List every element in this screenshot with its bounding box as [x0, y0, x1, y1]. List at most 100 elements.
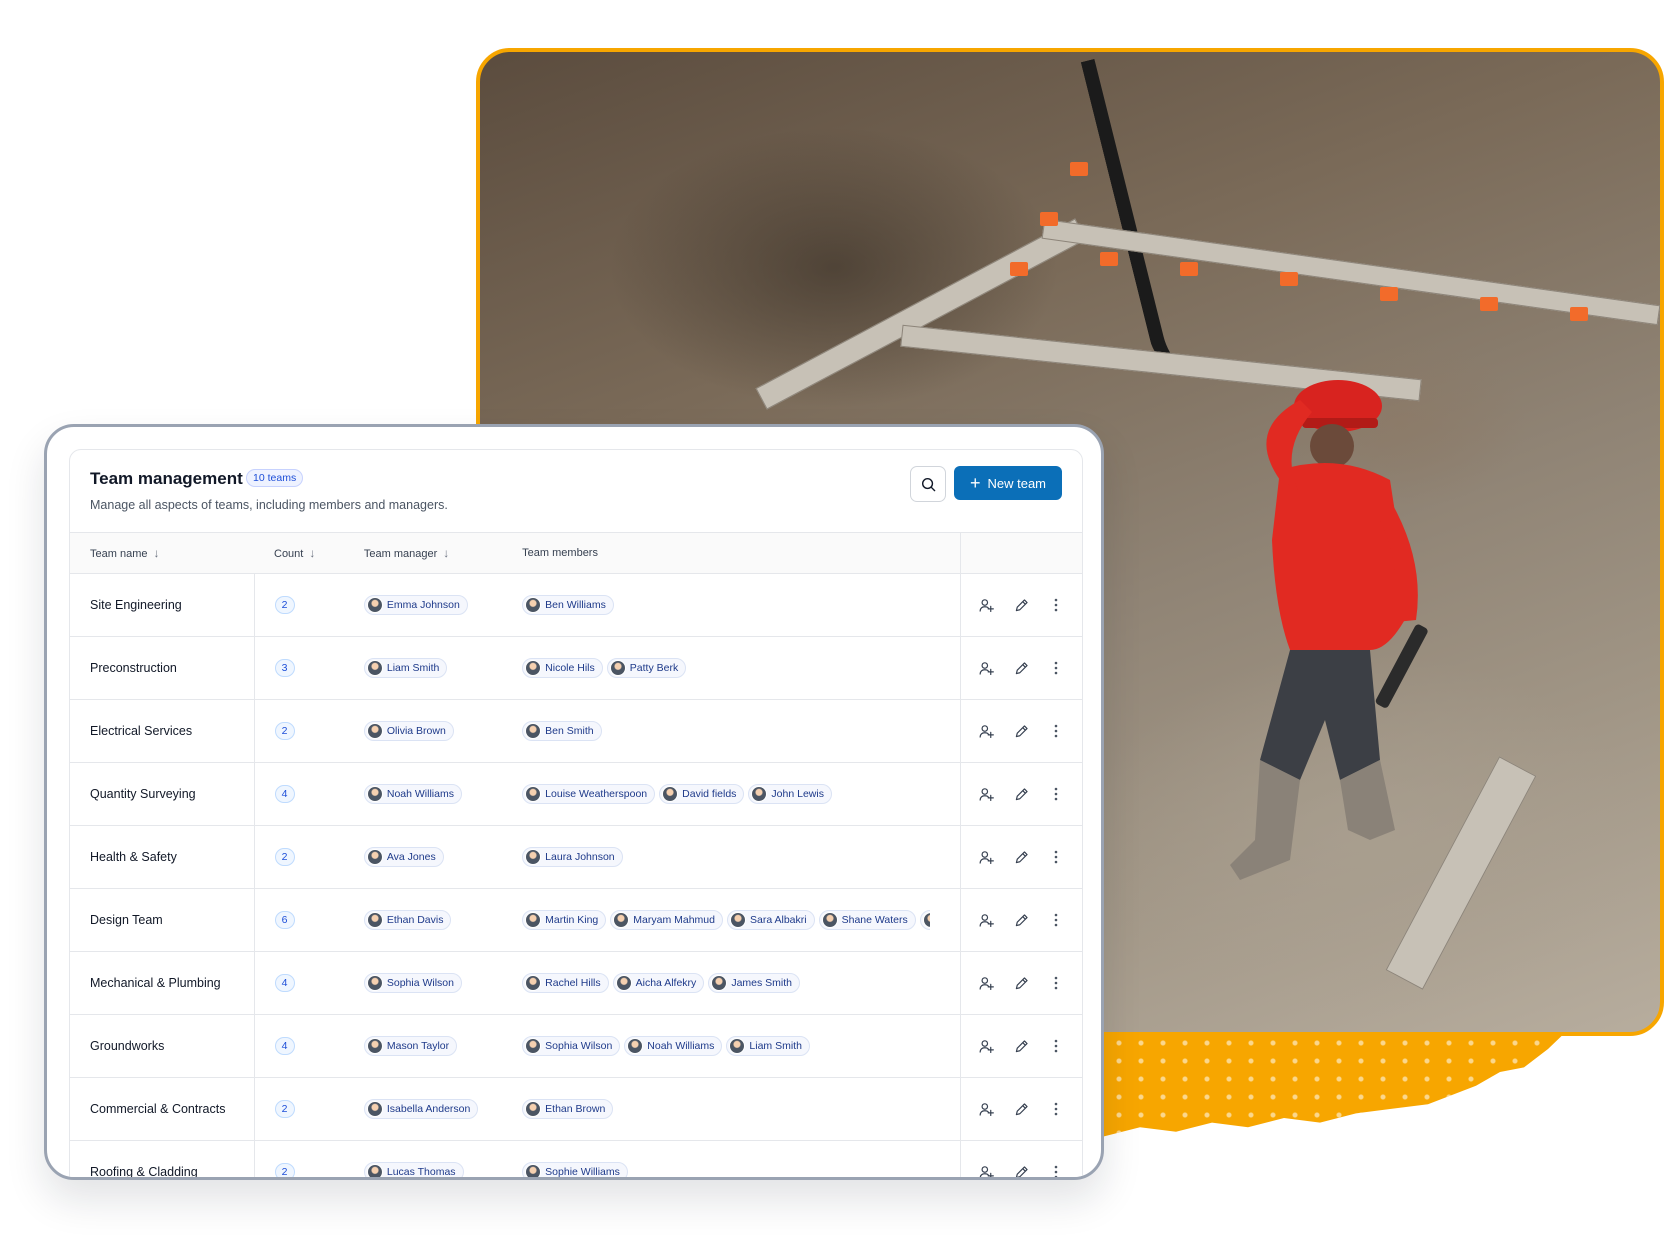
- member-chip[interactable]: James Smith: [708, 973, 800, 993]
- member-chip[interactable]: Pe: [919, 910, 931, 930]
- member-chip[interactable]: Laura Johnson: [522, 847, 623, 867]
- add-member-button[interactable]: [973, 1096, 999, 1122]
- more-options-button[interactable]: [1043, 592, 1069, 618]
- search-button[interactable]: [910, 466, 946, 502]
- member-chip[interactable]: David fields: [659, 784, 745, 804]
- edit-team-button[interactable]: [1008, 781, 1034, 807]
- member-chip[interactable]: Rachel Hills: [522, 973, 609, 993]
- edit-team-button[interactable]: [1008, 1096, 1034, 1122]
- add-member-button[interactable]: [973, 1159, 999, 1177]
- member-chip[interactable]: Louise Weatherspoon: [522, 784, 656, 804]
- manager-chip[interactable]: Emma Johnson: [363, 595, 468, 615]
- add-member-button[interactable]: [973, 907, 999, 933]
- edit-team-button[interactable]: [1008, 907, 1034, 933]
- manager-chip[interactable]: Lucas Thomas: [363, 1162, 464, 1177]
- member-name: Ethan Brown: [545, 1103, 606, 1115]
- add-member-button[interactable]: [973, 592, 999, 618]
- table-row[interactable]: Design Team 6 Ethan Davis Martin King Mar…: [70, 888, 1082, 952]
- add-member-button[interactable]: [973, 970, 999, 996]
- member-chip[interactable]: Sophie Williams: [522, 1162, 628, 1177]
- user-plus-icon: [979, 724, 994, 738]
- member-chip[interactable]: John Lewis: [748, 784, 832, 804]
- table-row[interactable]: Groundworks 4 Mason Taylor Sophia Wilson…: [70, 1014, 1082, 1078]
- edit-team-button[interactable]: [1008, 718, 1034, 744]
- manager-name: Liam Smith: [386, 662, 440, 674]
- actions-cell: [959, 951, 1082, 1015]
- member-chip[interactable]: Aicha Alfekry: [612, 973, 705, 993]
- manager-chip[interactable]: Isabella Anderson: [363, 1099, 479, 1119]
- more-options-button[interactable]: [1043, 655, 1069, 681]
- members-cell: Ben Smith: [502, 699, 961, 763]
- edit-team-button[interactable]: [1008, 1033, 1034, 1059]
- more-options-button[interactable]: [1043, 970, 1069, 996]
- member-chip[interactable]: Sophia Wilson: [522, 1036, 621, 1056]
- column-header-team-manager[interactable]: Team manager ↓: [343, 533, 503, 574]
- teams-table: Team name ↓ Count ↓ Team manager ↓ Team mem…: [70, 533, 1082, 1177]
- member-chip[interactable]: Maryam Mahmud: [610, 910, 723, 930]
- members-list: Louise Weatherspoon David fields John Lewi…: [522, 784, 930, 804]
- marker-cone: [1380, 287, 1398, 301]
- member-chip[interactable]: Martin King: [522, 910, 607, 930]
- more-options-button[interactable]: [1043, 1033, 1069, 1059]
- table-row[interactable]: Commercial & Contracts 2 Isabella Anders…: [70, 1077, 1082, 1141]
- new-team-button[interactable]: + New team: [954, 466, 1062, 500]
- table-row[interactable]: Preconstruction 3 Liam Smith Nicole Hils…: [70, 636, 1082, 700]
- avatar: [525, 660, 542, 676]
- edit-team-button[interactable]: [1008, 970, 1034, 996]
- arrow-down-icon: ↓: [309, 546, 316, 560]
- edit-team-button[interactable]: [1008, 1159, 1034, 1177]
- manager-chip[interactable]: Mason Taylor: [363, 1036, 458, 1056]
- team-name-cell: Roofing & Cladding: [70, 1140, 255, 1177]
- more-vertical-icon: [1055, 976, 1058, 990]
- table-row[interactable]: Roofing & Cladding 2 Lucas Thomas Sophie…: [70, 1140, 1082, 1177]
- edit-team-button[interactable]: [1008, 592, 1034, 618]
- actions-cell: [959, 1077, 1082, 1141]
- member-chip[interactable]: Ben Williams: [522, 595, 614, 615]
- manager-cell: Ethan Davis: [343, 888, 503, 952]
- more-options-button[interactable]: [1043, 844, 1069, 870]
- table-row[interactable]: Electrical Services 2 Olivia Brown Ben S…: [70, 699, 1082, 763]
- manager-chip[interactable]: Olivia Brown: [363, 721, 454, 741]
- add-member-button[interactable]: [973, 844, 999, 870]
- table-row[interactable]: Site Engineering 2 Emma Johnson Ben Will…: [70, 573, 1082, 637]
- member-chip[interactable]: Sara Albakri: [726, 910, 815, 930]
- edit-team-button[interactable]: [1008, 655, 1034, 681]
- member-chip[interactable]: Shane Waters: [818, 910, 916, 930]
- more-options-button[interactable]: [1043, 718, 1069, 744]
- table-row[interactable]: Mechanical & Plumbing 4 Sophia Wilson Ra…: [70, 951, 1082, 1015]
- actions-cell: [959, 573, 1082, 637]
- add-member-button[interactable]: [973, 655, 999, 681]
- manager-chip[interactable]: Sophia Wilson: [363, 973, 462, 993]
- members-cell: Louise Weatherspoon David fields John Lewi…: [502, 762, 961, 826]
- manager-chip[interactable]: Ava Jones: [363, 847, 444, 867]
- avatar: [366, 1164, 383, 1177]
- hose: [1080, 52, 1204, 383]
- column-header-team-name[interactable]: Team name ↓: [70, 533, 254, 574]
- count-cell: 4: [254, 762, 344, 826]
- manager-chip[interactable]: Ethan Davis: [363, 910, 452, 930]
- team-name-cell: Health & Safety: [70, 825, 255, 889]
- add-member-button[interactable]: [973, 718, 999, 744]
- member-chip[interactable]: Noah Williams: [624, 1036, 723, 1056]
- member-chip[interactable]: Patty Berk: [606, 658, 687, 678]
- member-chip[interactable]: Nicole Hils: [522, 658, 603, 678]
- pencil-icon: [1015, 850, 1028, 863]
- more-options-button[interactable]: [1043, 1159, 1069, 1177]
- column-header-count[interactable]: Count ↓: [254, 533, 344, 574]
- member-chip[interactable]: Ethan Brown: [522, 1099, 614, 1119]
- member-chip[interactable]: Liam Smith: [726, 1036, 810, 1056]
- more-vertical-icon: [1055, 787, 1058, 801]
- add-member-button[interactable]: [973, 781, 999, 807]
- members-cell: Nicole Hils Patty Berk: [502, 636, 961, 700]
- table-row[interactable]: Health & Safety 2 Ava Jones Laura Johnso…: [70, 825, 1082, 889]
- team-name-cell: Electrical Services: [70, 699, 255, 763]
- manager-chip[interactable]: Liam Smith: [363, 658, 448, 678]
- more-options-button[interactable]: [1043, 1096, 1069, 1122]
- add-member-button[interactable]: [973, 1033, 999, 1059]
- manager-chip[interactable]: Noah Williams: [363, 784, 462, 804]
- table-row[interactable]: Quantity Surveying 4 Noah Williams Louis…: [70, 762, 1082, 826]
- more-options-button[interactable]: [1043, 781, 1069, 807]
- member-chip[interactable]: Ben Smith: [522, 721, 602, 741]
- more-options-button[interactable]: [1043, 907, 1069, 933]
- edit-team-button[interactable]: [1008, 844, 1034, 870]
